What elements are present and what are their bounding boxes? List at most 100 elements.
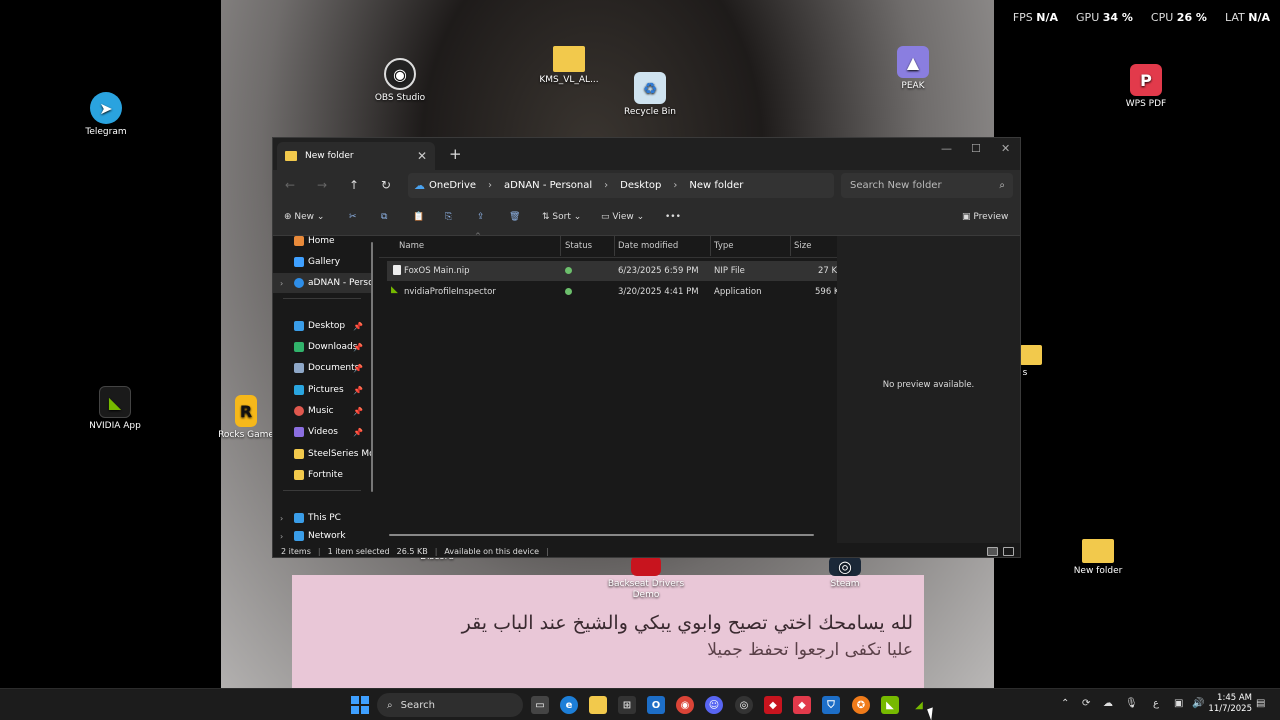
- desktop-icon-steam[interactable]: ◎ Steam: [800, 556, 890, 590]
- column-header-date-modified[interactable]: Date modified: [618, 241, 678, 251]
- column-header-type[interactable]: Type: [714, 241, 734, 251]
- chevron-right-icon[interactable]: ›: [280, 532, 283, 541]
- show-hidden-icons-chevron-icon[interactable]: ⌃: [1061, 698, 1069, 709]
- nav-item-desktop[interactable]: Desktop 📌: [273, 316, 371, 336]
- store-icon[interactable]: ⊞: [618, 696, 636, 714]
- pin-icon[interactable]: 📌: [353, 343, 363, 352]
- desktop-icon-kms[interactable]: KMS_VL_AL...: [524, 46, 614, 86]
- app-icon-red[interactable]: ◆: [764, 696, 782, 714]
- pin-icon[interactable]: 📌: [353, 407, 363, 416]
- new-tab-button[interactable]: +: [449, 145, 462, 163]
- microphone-icon[interactable]: 🎙: [1125, 698, 1138, 709]
- up-arrow-icon[interactable]: ↑: [344, 178, 364, 192]
- nav-item-home[interactable]: Home: [273, 231, 371, 251]
- breadcrumb-personal[interactable]: aDNAN - Personal: [504, 180, 592, 191]
- input-language-indicator[interactable]: ع: [1153, 698, 1159, 709]
- nav-item-gallery[interactable]: Gallery: [273, 252, 371, 272]
- nvidia-taskbar-icon[interactable]: ◣: [881, 696, 899, 714]
- security-shield-icon[interactable]: ⛉: [822, 696, 840, 714]
- copy-icon[interactable]: ⧉: [381, 212, 387, 222]
- delete-icon[interactable]: 🗑: [509, 212, 520, 222]
- nvidia-profile-inspector-icon[interactable]: ◢: [910, 696, 928, 714]
- desktop-icon-new-folder[interactable]: New folder: [1053, 539, 1143, 577]
- column-header-status[interactable]: Status: [565, 241, 592, 251]
- new-button[interactable]: ⊕ New ⌄: [284, 212, 324, 222]
- desktop-icon-recycle-bin[interactable]: ♻ Recycle Bin: [605, 72, 695, 118]
- address-bar[interactable]: ☁ OneDrive › aDNAN - Personal › Desktop …: [408, 173, 834, 198]
- chevron-right-icon[interactable]: ›: [604, 180, 608, 191]
- search-box[interactable]: Search New folder ⌕: [841, 173, 1013, 198]
- search-input[interactable]: Search New folder: [850, 180, 942, 191]
- rename-icon[interactable]: ⎘: [445, 212, 452, 222]
- app-icon-orange[interactable]: ✪: [852, 696, 870, 714]
- desktop-icon-peak[interactable]: ▲ PEAK: [868, 46, 958, 92]
- breadcrumb-onedrive[interactable]: OneDrive: [429, 180, 476, 191]
- desktop-icon-telegram[interactable]: ➤ Telegram: [61, 92, 151, 138]
- sync-icon[interactable]: ⟳: [1082, 698, 1090, 709]
- file-explorer-taskbar-icon[interactable]: [589, 696, 607, 714]
- tab-new-folder[interactable]: New folder ✕: [277, 142, 435, 170]
- pin-icon[interactable]: 📌: [353, 386, 363, 395]
- column-header-name[interactable]: Name: [399, 241, 424, 251]
- file-row[interactable]: ◣ nvidiaProfileInspector 3/20/2025 4:41 …: [387, 282, 845, 302]
- maximize-button[interactable]: ☐: [971, 142, 981, 155]
- preview-pane-button[interactable]: ▣ Preview: [962, 212, 1008, 222]
- sort-button[interactable]: ⇅ Sort ⌄: [542, 212, 581, 222]
- file-row[interactable]: FoxOS Main.nip 6/23/2025 6:59 PM NIP Fil…: [387, 261, 843, 281]
- start-button[interactable]: [351, 696, 369, 714]
- desktop-icon-obs[interactable]: ◉ OBS Studio: [355, 58, 445, 104]
- details-view-icon[interactable]: [987, 546, 998, 556]
- outlook-icon[interactable]: O: [647, 696, 665, 714]
- chevron-right-icon[interactable]: ›: [488, 180, 492, 191]
- taskbar-search[interactable]: ⌕ Search: [377, 693, 523, 717]
- refresh-icon[interactable]: ↻: [376, 178, 396, 192]
- close-tab-icon[interactable]: ✕: [417, 149, 427, 163]
- chevron-right-icon[interactable]: ›: [673, 180, 677, 191]
- share-icon[interactable]: ⇪: [477, 212, 485, 222]
- view-button[interactable]: ▭ View ⌄: [601, 212, 644, 222]
- horizontal-scrollbar[interactable]: [389, 534, 814, 536]
- nav-item-fortnite[interactable]: Fortnite: [273, 465, 371, 485]
- nav-item-videos[interactable]: Videos 📌: [273, 422, 371, 442]
- back-arrow-icon[interactable]: ←: [280, 178, 300, 192]
- breadcrumb-new-folder[interactable]: New folder: [689, 180, 743, 191]
- desktop-icon-nvidia-app[interactable]: ◣ NVIDIA App: [70, 386, 160, 432]
- minimize-button[interactable]: —: [941, 142, 952, 155]
- more-options-button[interactable]: •••: [665, 212, 681, 222]
- desktop-icon-backseat-drivers[interactable]: Backseat Drivers Demo: [601, 556, 691, 601]
- tiles-view-icon[interactable]: [1003, 546, 1014, 556]
- paste-icon[interactable]: 📋: [413, 212, 424, 222]
- steam-taskbar-icon[interactable]: ◎: [735, 696, 753, 714]
- chrome-icon[interactable]: ◉: [676, 696, 694, 714]
- nav-item-documents[interactable]: Documents 📌: [273, 358, 371, 378]
- nav-item-steelseries[interactable]: SteelSeries Moments: [273, 444, 371, 464]
- desktop-icon-rockstar[interactable]: R Rocks Game: [216, 395, 276, 441]
- forward-arrow-icon[interactable]: →: [312, 178, 332, 192]
- cut-icon[interactable]: ✂: [349, 212, 357, 222]
- column-header-size[interactable]: Size: [794, 241, 811, 251]
- wps-taskbar-icon[interactable]: ◆: [793, 696, 811, 714]
- pin-icon[interactable]: 📌: [353, 322, 363, 331]
- column-divider[interactable]: [560, 236, 561, 256]
- system-clock[interactable]: 1:45 AM 11/7/2025: [1208, 693, 1252, 715]
- nav-item-music[interactable]: Music 📌: [273, 401, 371, 421]
- edge-icon[interactable]: e: [560, 696, 578, 714]
- navigation-scrollbar[interactable]: [371, 242, 373, 492]
- network-icon[interactable]: ▣: [1174, 698, 1183, 709]
- pin-icon[interactable]: 📌: [353, 364, 363, 373]
- onedrive-tray-icon[interactable]: ☁: [1103, 698, 1113, 709]
- pin-icon[interactable]: 📌: [353, 428, 363, 437]
- close-window-button[interactable]: ✕: [1001, 142, 1010, 155]
- chevron-right-icon[interactable]: ›: [280, 279, 283, 288]
- column-divider[interactable]: [790, 236, 791, 256]
- nav-item-pictures[interactable]: Pictures 📌: [273, 380, 371, 400]
- nav-item-onedrive[interactable]: ›aDNAN - Personal: [273, 273, 371, 293]
- volume-icon[interactable]: 🔊: [1192, 698, 1204, 709]
- nav-item-network[interactable]: › Network: [273, 529, 371, 543]
- chevron-right-icon[interactable]: ›: [280, 514, 283, 523]
- column-divider[interactable]: [614, 236, 615, 256]
- nav-item-downloads[interactable]: Downloads 📌: [273, 337, 371, 357]
- discord-icon[interactable]: ☺: [705, 696, 723, 714]
- breadcrumb-desktop[interactable]: Desktop: [620, 180, 661, 191]
- nav-item-this-pc[interactable]: › This PC: [273, 508, 371, 528]
